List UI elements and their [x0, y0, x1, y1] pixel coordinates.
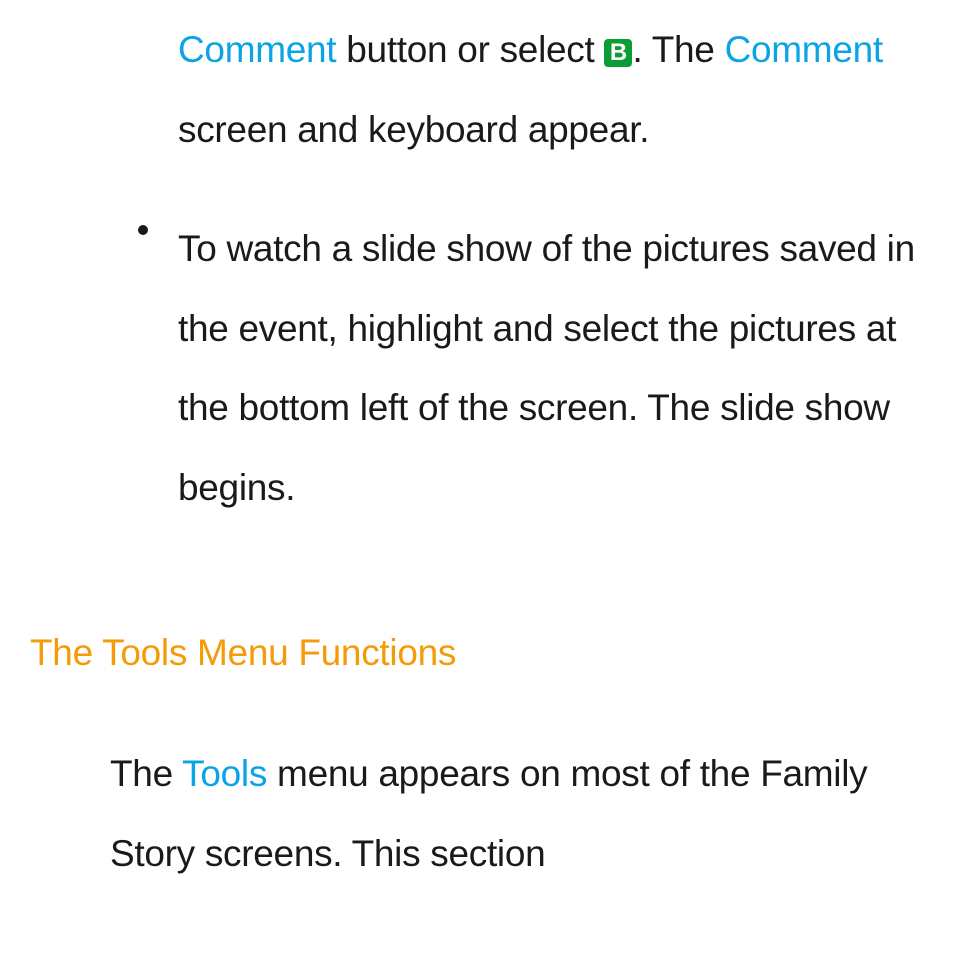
text-fragment: button or select	[336, 29, 604, 70]
document-page: Comment button or select B. The Comment …	[0, 0, 954, 893]
bullet-text: To watch a slide show of the pictures sa…	[178, 228, 915, 508]
bullet-dot-icon	[138, 225, 148, 235]
comment-link-2[interactable]: Comment	[725, 29, 883, 70]
comment-link-1[interactable]: Comment	[178, 29, 336, 70]
b-button-icon: B	[604, 39, 632, 67]
tools-link[interactable]: Tools	[182, 753, 267, 794]
bullet-text: Comment button or select B. The Comment …	[178, 29, 883, 150]
bullet-item-slideshow: To watch a slide show of the pictures sa…	[120, 209, 934, 527]
paragraph-block: The Tools menu appears on most of the Fa…	[20, 734, 934, 893]
bullet-list: Comment button or select B. The Comment …	[20, 10, 934, 527]
text-fragment: screen and keyboard appear.	[178, 109, 649, 150]
text-fragment: The	[110, 753, 182, 794]
paragraph-text: The Tools menu appears on most of the Fa…	[110, 753, 867, 874]
section-heading-tools: The Tools Menu Functions	[20, 632, 934, 674]
bullet-item-comment: Comment button or select B. The Comment …	[120, 10, 934, 169]
text-fragment: . The	[632, 29, 724, 70]
